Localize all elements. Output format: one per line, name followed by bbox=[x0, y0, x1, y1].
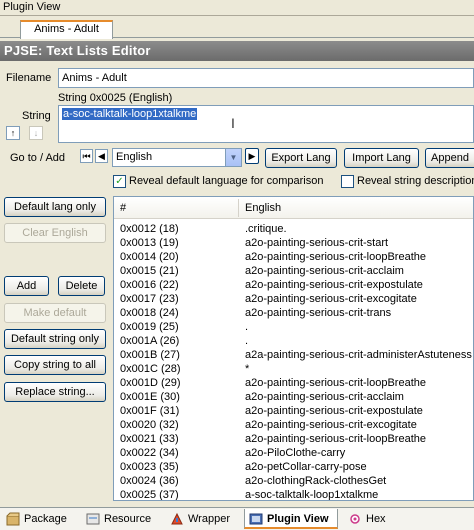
tab-anims-adult[interactable]: Anims - Adult bbox=[20, 20, 113, 39]
reveal-default-checkbox[interactable]: ✓ bbox=[113, 175, 126, 188]
column-header-index[interactable]: # bbox=[120, 202, 126, 214]
table-row[interactable]: 0x001E (30) a2o-painting-serious-crit-acc… bbox=[114, 390, 473, 404]
column-header-english[interactable]: English bbox=[245, 202, 281, 214]
default-string-only-button[interactable]: Default string only bbox=[4, 329, 106, 349]
resource-icon bbox=[86, 513, 100, 525]
tab-hex[interactable]: Hex bbox=[344, 509, 394, 529]
plugin-view-icon bbox=[249, 513, 263, 525]
hex-icon bbox=[350, 514, 360, 524]
delete-button[interactable]: Delete bbox=[58, 276, 105, 296]
table-row[interactable]: 0x0012 (18) .critique. bbox=[114, 222, 473, 236]
replace-string-button[interactable]: Replace string... bbox=[4, 382, 106, 402]
reveal-desc-label: Reveal string description bbox=[357, 175, 474, 187]
move-up-icon[interactable]: ↑ bbox=[6, 126, 20, 140]
tab-resource[interactable]: Resource bbox=[82, 509, 162, 529]
table-row[interactable]: 0x0013 (19) a2o-painting-serious-crit-sta… bbox=[114, 236, 473, 250]
table-row[interactable]: 0x0023 (35) a2o-petCollar-carry-pose bbox=[114, 460, 473, 474]
string-field[interactable]: a-soc-talktalk-loop1xtalkme I bbox=[58, 105, 474, 143]
export-lang-button[interactable]: Export Lang bbox=[265, 148, 337, 168]
default-lang-only-button[interactable]: Default lang only bbox=[4, 197, 106, 217]
table-row[interactable]: 0x0022 (34) a2o-PiloClothe-carry bbox=[114, 446, 473, 460]
reveal-desc-checkbox[interactable] bbox=[341, 175, 354, 188]
text-cursor-icon: I bbox=[231, 115, 235, 131]
table-row[interactable]: 0x0015 (21) a2o-painting-serious-crit-acc… bbox=[114, 264, 473, 278]
string-caption: String 0x0025 (English) bbox=[58, 92, 173, 104]
make-default-button[interactable]: Make default bbox=[4, 303, 106, 323]
clear-english-button[interactable]: Clear English bbox=[4, 223, 106, 243]
table-row[interactable]: 0x0020 (32) a2o-painting-serious-crit-exc… bbox=[114, 418, 473, 432]
tab-package[interactable]: Package bbox=[2, 509, 76, 529]
list-header: # English bbox=[114, 197, 473, 219]
column-divider bbox=[238, 199, 239, 217]
list-body: 0x0012 (18) .critique. 0x0013 (19) a2o-pai… bbox=[114, 219, 473, 500]
table-row-selected[interactable]: 0x0025 (37) a-soc-talktalk-loop1xtalkme bbox=[114, 488, 473, 500]
copy-string-to-all-button[interactable]: Copy string to all bbox=[4, 355, 106, 375]
table-row[interactable]: 0x0014 (20) a2o-painting-serious-crit-loo… bbox=[114, 250, 473, 264]
language-select[interactable]: English ▼ bbox=[112, 148, 242, 167]
table-row[interactable]: 0x0021 (33) a2o-painting-serious-crit-loo… bbox=[114, 432, 473, 446]
editor-header: PJSE: Text Lists Editor bbox=[0, 41, 474, 61]
table-row[interactable]: 0x001C (28) * bbox=[114, 362, 473, 376]
table-row[interactable]: 0x001A (26). bbox=[114, 334, 473, 348]
table-row[interactable]: 0x001F (31) a2o-painting-serious-crit-exp… bbox=[114, 404, 473, 418]
tab-wrapper[interactable]: Wrapper bbox=[166, 509, 240, 529]
first-icon[interactable]: ⏮ bbox=[80, 149, 93, 163]
window-title: Plugin View bbox=[0, 0, 474, 16]
prev-icon[interactable]: ◀ bbox=[95, 149, 108, 163]
move-down-icon[interactable]: ↓ bbox=[29, 126, 43, 140]
filename-label: Filename bbox=[6, 72, 52, 84]
table-row[interactable]: 0x0024 (36) a2o-clothingRack-clothesGet bbox=[114, 474, 473, 488]
append-button[interactable]: Append bbox=[425, 148, 474, 168]
reveal-default-label: Reveal default language for comparison bbox=[129, 175, 324, 187]
language-select-value: English bbox=[116, 151, 153, 163]
string-label: String bbox=[22, 110, 51, 122]
tab-plugin-view[interactable]: Plugin View bbox=[244, 509, 338, 529]
import-lang-button[interactable]: Import Lang bbox=[344, 148, 419, 168]
table-row[interactable]: 0x0016 (22) a2o-painting-serious-crit-exp… bbox=[114, 278, 473, 292]
package-icon bbox=[6, 512, 20, 526]
table-row[interactable]: 0x0017 (23) a2o-painting-serious-crit-exc… bbox=[114, 292, 473, 306]
string-list[interactable]: # English 0x0012 (18) .critique. 0x0013 (… bbox=[113, 196, 474, 501]
add-button[interactable]: Add bbox=[4, 276, 49, 296]
filename-field[interactable]: Anims - Adult bbox=[58, 68, 474, 88]
table-row[interactable]: 0x001D (29) a2o-painting-serious-crit-loo… bbox=[114, 376, 473, 390]
next-icon[interactable]: ▶ bbox=[245, 148, 259, 164]
wrapper-icon bbox=[171, 512, 183, 525]
chevron-down-icon[interactable]: ▼ bbox=[225, 149, 241, 166]
goto-label: Go to / Add bbox=[10, 152, 66, 164]
table-row[interactable]: 0x0019 (25). bbox=[114, 320, 473, 334]
table-row[interactable]: 0x0018 (24) a2o-painting-serious-crit-tra… bbox=[114, 306, 473, 320]
table-row[interactable]: 0x001B (27) a2a-painting-serious-crit-adm… bbox=[114, 348, 473, 362]
string-value: a-soc-talktalk-loop1xtalkme bbox=[62, 108, 198, 120]
